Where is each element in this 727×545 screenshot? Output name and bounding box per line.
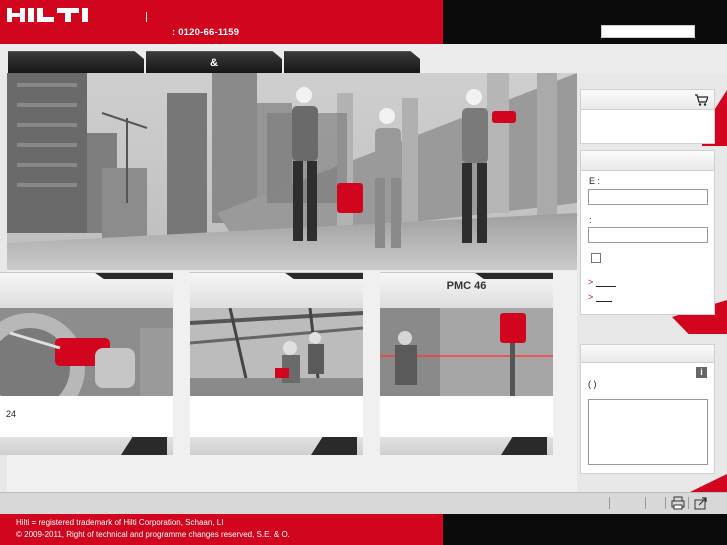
phone-number: : 0120-66-1159 — [172, 27, 240, 38]
card-text: 24 — [6, 409, 17, 419]
cart-box[interactable] — [580, 89, 715, 144]
card-image-drill — [0, 308, 173, 396]
email-field[interactable] — [588, 189, 708, 205]
login-box: E : : > > — [580, 150, 715, 315]
nav-tab-3[interactable] — [284, 51, 420, 74]
feedback-textarea[interactable] — [588, 399, 708, 465]
share-icon[interactable] — [693, 495, 709, 511]
login-header — [581, 151, 714, 171]
header-divider — [146, 12, 147, 22]
hero-image[interactable] — [7, 73, 577, 278]
footer-separator — [645, 497, 646, 509]
card-title-pmc46: PMC 46 — [446, 280, 487, 292]
promo-card-3[interactable]: PMC 46 — [380, 272, 553, 455]
card-footer — [190, 437, 363, 455]
info-red-accent — [690, 474, 727, 492]
hilti-logo[interactable] — [7, 7, 103, 26]
remember-checkbox[interactable] — [591, 253, 601, 263]
card-image-scaffold — [190, 308, 363, 396]
site-header: : 0120-66-1159 — [0, 0, 727, 44]
hero-construction-photo — [7, 73, 577, 278]
footer-toolbar — [0, 492, 727, 514]
hilti-logo-mark — [7, 8, 88, 22]
promo-card-2[interactable] — [190, 272, 363, 455]
card-footer — [0, 437, 173, 455]
card-footer — [380, 437, 553, 455]
main-nav: & — [0, 44, 727, 74]
nav-tab-2[interactable]: & — [146, 51, 282, 74]
trademark-text: Hilti = registered trademark of Hilti Co… — [16, 518, 224, 527]
nav-tab-1[interactable] — [8, 51, 144, 74]
password-field[interactable] — [588, 227, 708, 243]
info-icon[interactable]: i — [696, 367, 707, 378]
footer-black-band — [443, 514, 727, 545]
info-label: ( ) — [588, 379, 597, 389]
footer-separator — [665, 497, 666, 509]
card-image-laser — [380, 308, 553, 396]
card-header — [0, 272, 173, 308]
arrow-right-icon: > — [588, 292, 594, 302]
cart-icon[interactable] — [695, 94, 708, 106]
footer-separator — [688, 497, 689, 509]
search-input[interactable] — [601, 25, 695, 38]
promo-card-1[interactable]: 24 — [0, 272, 173, 455]
login-link-1[interactable]: > — [588, 277, 617, 287]
login-link-2[interactable]: > — [588, 292, 613, 302]
footer-red-band: Hilti = registered trademark of Hilti Co… — [0, 514, 443, 545]
arrow-right-icon: > — [588, 277, 594, 287]
footer-separator — [609, 497, 610, 509]
info-box: i ( ) — [580, 344, 715, 474]
print-icon[interactable] — [670, 495, 686, 511]
password-label: : — [589, 215, 592, 225]
email-label: E : — [589, 176, 601, 186]
copyright-text: © 2009-2011, Right of technical and prog… — [16, 530, 290, 539]
info-header — [581, 345, 714, 363]
card-header — [190, 272, 363, 308]
